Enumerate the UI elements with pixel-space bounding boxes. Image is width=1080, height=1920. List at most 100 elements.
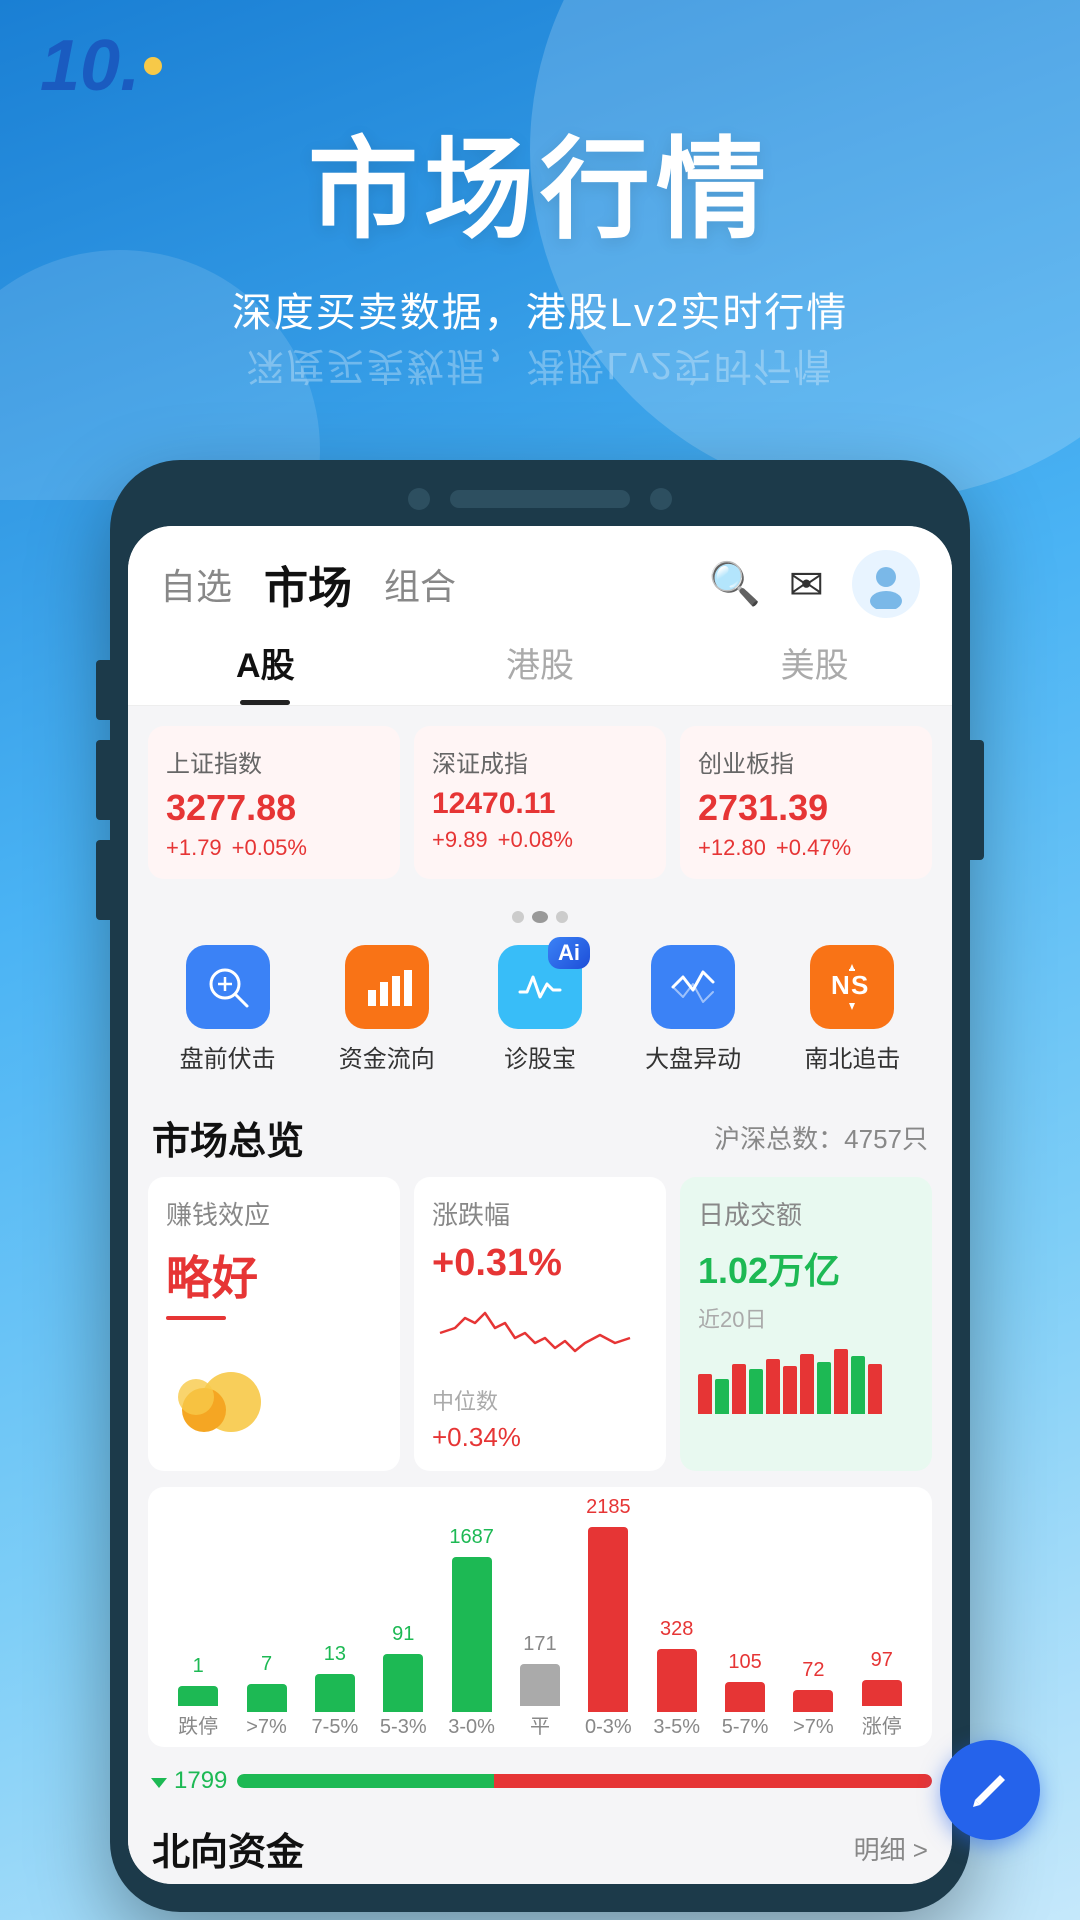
- tool-dapan[interactable]: 大盘异动: [645, 945, 741, 1074]
- dist-bar-1: [247, 1684, 287, 1712]
- dist-bottom-2: 7-5%: [312, 1716, 359, 1747]
- phone-button-mute: [96, 660, 110, 720]
- tool-zhengu[interactable]: Ai 诊股宝: [498, 945, 582, 1074]
- card-zhangdie-subvalue: +0.34%: [432, 1422, 648, 1453]
- phone-camera: [408, 488, 430, 510]
- dist-bar-0: [178, 1686, 218, 1706]
- dist-bottom-6: 0-3%: [585, 1716, 632, 1747]
- dist-bar-5: [520, 1664, 560, 1706]
- tool-panqian[interactable]: 盘前伏击: [180, 945, 276, 1074]
- tool-label-nanbei: 南北追击: [804, 1039, 900, 1074]
- dist-bar-group-0: 1 跌停: [164, 1655, 232, 1747]
- fab-icon: [965, 1765, 1015, 1815]
- card-zhangdie[interactable]: 涨跌幅 +0.31% 中位数 +0.34%: [414, 1177, 666, 1471]
- app-nav: 自选 市场 组合: [160, 552, 456, 616]
- card-jiaoe-value: 1.02万亿: [698, 1242, 914, 1294]
- tool-nanbei[interactable]: N S 南北追击: [804, 945, 900, 1074]
- tab-hk-stock[interactable]: 港股: [403, 638, 678, 705]
- logo-text: 10.: [40, 26, 140, 106]
- search-icon[interactable]: 🔍: [709, 560, 761, 609]
- card-jiaoe[interactable]: 日成交额 1.02万亿 近20日: [680, 1177, 932, 1471]
- hero-subtitle-mirror: 深度买卖数据，港股Lv2实时行情: [246, 342, 833, 397]
- dist-bar-3: [383, 1654, 423, 1712]
- dist-label-5: 171: [523, 1633, 556, 1656]
- dist-bar-9: [793, 1690, 833, 1712]
- dist-bar-group-4: 1687 3-0%: [437, 1526, 505, 1747]
- dist-bar-2: [315, 1674, 355, 1712]
- volume-bars: [698, 1344, 914, 1414]
- market-cards: 赚钱效应 略好 涨跌幅 +0.31%: [128, 1177, 952, 1487]
- phone-outer: 自选 市场 组合 🔍 ✉ A股: [110, 460, 970, 1912]
- app-logo: 10.: [40, 30, 162, 102]
- fab-button[interactable]: [940, 1740, 1040, 1840]
- nav-item-zuhe[interactable]: 组合: [384, 558, 456, 610]
- vol-bar-1: [698, 1374, 712, 1414]
- tool-zijin[interactable]: 资金流向: [339, 945, 435, 1074]
- dist-bottom-10: 涨停: [862, 1710, 902, 1747]
- panqian-svg: [203, 962, 253, 1012]
- phone-button-power: [970, 740, 984, 860]
- dist-bottom-3: 5-3%: [380, 1716, 427, 1747]
- index-change-shang: +1.79 +0.05%: [166, 835, 382, 861]
- ai-label: Ai: [548, 937, 590, 969]
- dist-label-10: 97: [871, 1649, 893, 1672]
- bottom-progress: 1799: [128, 1767, 952, 1805]
- progress-bar: [237, 1774, 932, 1788]
- index-card-shang[interactable]: 上证指数 3277.88 +1.79 +0.05%: [148, 726, 400, 879]
- card-qianqian[interactable]: 赚钱效应 略好: [148, 1177, 400, 1471]
- dist-bottom-1: >7%: [246, 1716, 287, 1747]
- dist-label-0: 1: [193, 1655, 204, 1678]
- index-value-chuangye: 2731.39: [698, 787, 914, 829]
- north-title: 北向资金: [152, 1821, 304, 1876]
- card-jiaoe-title: 日成交额: [698, 1195, 914, 1232]
- nav-item-zixuan[interactable]: 自选: [160, 558, 232, 610]
- north-capital-section: 北向资金 明细 >: [128, 1805, 952, 1884]
- index-card-chuangye[interactable]: 创业板指 2731.39 +12.80 +0.47%: [680, 726, 932, 879]
- market-overview-subtitle: 沪深总数：4757只: [714, 1119, 928, 1156]
- down-arrow-icon: [148, 1770, 170, 1792]
- phone-button-vol-down: [96, 840, 110, 920]
- dist-bar-4: [452, 1557, 492, 1712]
- dist-label-8: 105: [728, 1651, 761, 1674]
- mail-icon[interactable]: ✉: [789, 560, 824, 609]
- index-title-shang: 上证指数: [166, 744, 382, 779]
- zhangdie-chart: [432, 1293, 648, 1373]
- index-card-shen[interactable]: 深证成指 12470.11 +9.89 +0.08%: [414, 726, 666, 879]
- vol-bar-2: [715, 1379, 729, 1414]
- tool-label-dapan: 大盘异动: [645, 1039, 741, 1074]
- svg-text:S: S: [851, 970, 868, 1000]
- avatar[interactable]: [852, 550, 920, 618]
- dist-bottom-4: 3-0%: [448, 1716, 495, 1747]
- vol-bar-9: [834, 1349, 848, 1414]
- dist-label-9: 72: [802, 1659, 824, 1682]
- card-jiaoe-sublabel: 近20日: [698, 1302, 914, 1334]
- card-qianqian-value: 略好: [166, 1242, 382, 1308]
- north-link[interactable]: 明细 >: [854, 1830, 928, 1867]
- dist-bottom-0: 跌停: [178, 1710, 218, 1747]
- tab-a-stock[interactable]: A股: [128, 638, 403, 705]
- card-zhangdie-value: +0.31%: [432, 1242, 648, 1285]
- market-overview-title: 市场总览: [152, 1110, 304, 1165]
- nanbei-svg: N S: [827, 962, 877, 1012]
- phone-speaker: [450, 490, 630, 508]
- hero-title: 市场行情: [308, 100, 772, 260]
- dist-bar-group-9: 72 >7%: [779, 1659, 847, 1747]
- index-title-chuangye: 创业板指: [698, 744, 914, 779]
- dot-3: [556, 911, 568, 923]
- dist-bar-group-1: 7 >7%: [232, 1653, 300, 1747]
- tab-us-stock[interactable]: 美股: [677, 638, 952, 705]
- vol-bar-7: [800, 1354, 814, 1414]
- hero-subtitle: 深度买卖数据，港股Lv2实时行情: [232, 280, 849, 338]
- tool-icon-nanbei: N S: [810, 945, 894, 1029]
- nav-item-shichang[interactable]: 市场: [264, 552, 352, 616]
- vol-bar-5: [766, 1359, 780, 1414]
- zhengu-svg: [515, 962, 565, 1012]
- tool-label-zijin: 资金流向: [339, 1039, 435, 1074]
- app-header: 自选 市场 组合 🔍 ✉: [128, 526, 952, 618]
- index-change-chuangye: +12.80 +0.47%: [698, 835, 914, 861]
- tool-label-zhengu: 诊股宝: [504, 1039, 576, 1074]
- dot-2: [532, 911, 548, 923]
- market-overview-header: 市场总览 沪深总数：4757只: [128, 1094, 952, 1177]
- dot-1: [512, 911, 524, 923]
- dist-bar-group-2: 13 7-5%: [301, 1643, 369, 1747]
